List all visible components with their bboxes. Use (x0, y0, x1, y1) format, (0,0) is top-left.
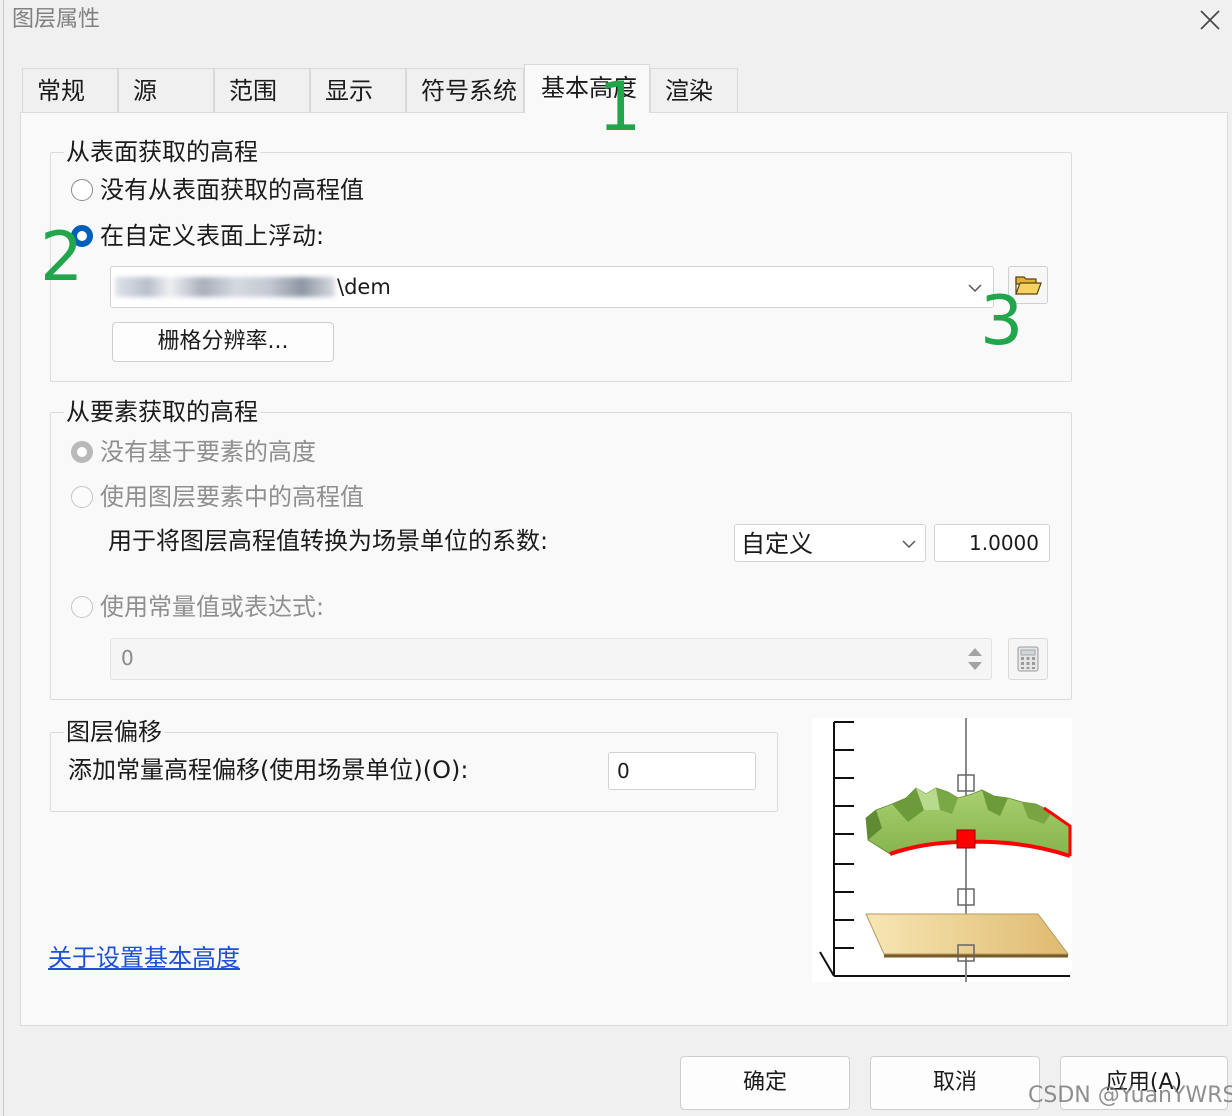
no-surface-radio[interactable] (71, 179, 93, 201)
custom-surface-label: 在自定义表面上浮动: (100, 222, 325, 250)
height-marker-surface (956, 829, 976, 849)
feature-elevation-legend: 从要素获取的高程 (64, 398, 260, 426)
annotation-marker-3: 3 (980, 282, 1024, 361)
tab-source[interactable]: 源 (118, 68, 214, 112)
surface-elevation-legend: 从表面获取的高程 (64, 138, 260, 166)
spinner-arrows-icon[interactable] (963, 643, 987, 675)
expression-builder-button[interactable] (1008, 638, 1048, 680)
chevron-down-icon[interactable] (901, 536, 917, 550)
annotation-marker-2: 2 (40, 218, 84, 297)
watermark: CSDN @YuanYWRS (1028, 1083, 1232, 1108)
layer-offset-input[interactable]: 0 (608, 752, 756, 790)
tab-rendering[interactable]: 渲染 (650, 68, 738, 112)
surface-path-text: \dem (337, 275, 391, 299)
raster-resolution-button[interactable]: 栅格分辨率... (112, 322, 334, 362)
expression-radio[interactable] (71, 596, 93, 618)
window-title: 图层属性 (12, 7, 101, 32)
base-height-illustration (812, 718, 1072, 982)
conversion-factor-input[interactable]: 1.0000 (934, 524, 1050, 562)
surface-path-combo[interactable]: \dem (110, 266, 994, 308)
help-link[interactable]: 关于设置基本高度 (48, 943, 240, 973)
expression-label: 使用常量值或表达式: (100, 593, 325, 621)
calculator-icon (1017, 646, 1039, 672)
ok-button[interactable]: 确定 (680, 1056, 850, 1110)
expression-input[interactable]: 0 (110, 638, 992, 680)
tab-symbology[interactable]: 符号系统 (406, 68, 524, 112)
annotation-marker-1: 1 (598, 68, 642, 147)
close-icon[interactable] (1199, 9, 1221, 31)
conversion-factor-label: 用于将图层高程值转换为场景单位的系数: (108, 527, 549, 555)
tab-extent[interactable]: 范围 (214, 68, 310, 112)
expression-value: 0 (121, 646, 134, 670)
conversion-unit-value: 自定义 (741, 530, 813, 558)
layer-values-radio[interactable] (71, 486, 93, 508)
tab-general[interactable]: 常规 (22, 68, 118, 112)
layer-offset-value: 0 (617, 759, 630, 783)
window-left-edge (3, 0, 4, 1116)
no-feature-height-radio[interactable] (71, 441, 93, 463)
base-plane (865, 913, 1069, 958)
no-feature-height-label: 没有基于要素的高度 (100, 438, 316, 466)
layer-offset-label: 添加常量高程偏移(使用场景单位)(O): (68, 756, 469, 784)
radio-selected-dot (77, 447, 87, 457)
conversion-unit-select[interactable]: 自定义 (734, 524, 926, 562)
cancel-button[interactable]: 取消 (870, 1056, 1040, 1110)
no-surface-label: 没有从表面获取的高程值 (100, 176, 364, 204)
redacted-path-prefix (115, 277, 335, 297)
conversion-factor-value: 1.0000 (969, 531, 1039, 555)
tab-display[interactable]: 显示 (310, 68, 406, 112)
layer-values-label: 使用图层要素中的高程值 (100, 483, 364, 511)
layer-offset-legend: 图层偏移 (64, 718, 164, 746)
